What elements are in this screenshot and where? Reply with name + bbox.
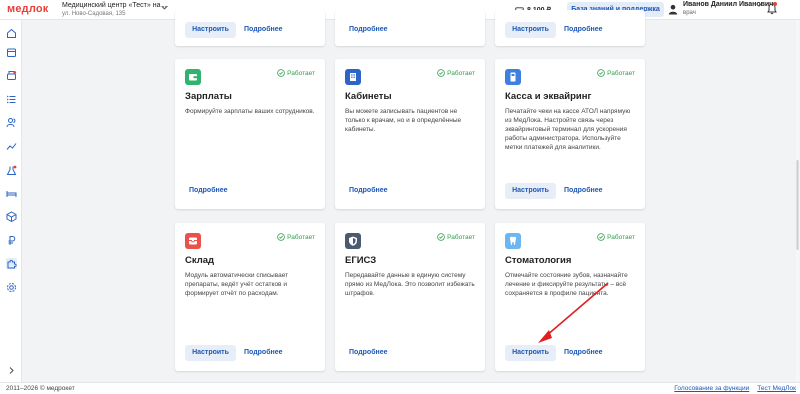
check-circle-icon bbox=[437, 69, 445, 77]
status-badge: Работает bbox=[597, 69, 635, 77]
tooth-icon bbox=[505, 233, 521, 249]
more-link[interactable]: Подробнее bbox=[189, 183, 228, 199]
configure-button[interactable]: Настроить bbox=[505, 22, 556, 38]
analytics-icon[interactable] bbox=[6, 141, 17, 152]
cash-register-icon[interactable] bbox=[6, 70, 17, 81]
status-badge: Работает bbox=[277, 69, 315, 77]
configure-button[interactable]: Настроить bbox=[185, 345, 236, 361]
status-badge: Работает bbox=[437, 233, 475, 241]
card-description: Модуль автоматически списывает препараты… bbox=[185, 272, 289, 297]
more-link[interactable]: Подробнее bbox=[564, 345, 603, 361]
configure-button[interactable]: Настроить bbox=[505, 345, 556, 361]
card-title: ЕГИСЗ bbox=[345, 255, 377, 266]
more-link[interactable]: Подробнее bbox=[349, 183, 388, 199]
check-circle-icon bbox=[437, 233, 445, 241]
clinic-selector[interactable]: Медицинский центр «Тест» на ... ул. Ново… bbox=[62, 1, 168, 18]
card-egisz: Работает ЕГИСЗ Передавайте данные в един… bbox=[335, 223, 485, 371]
shield-icon bbox=[345, 233, 361, 249]
card-description: Отмечайте состояние зубов, назначайте ле… bbox=[505, 272, 628, 297]
card-title: Стоматология bbox=[505, 255, 572, 266]
clinic-address: ул. Ново-Садовая, 135 bbox=[62, 11, 126, 17]
more-link[interactable]: Подробнее bbox=[244, 22, 283, 38]
card-title: Зарплаты bbox=[185, 91, 232, 102]
status-badge: Работает bbox=[437, 69, 475, 77]
card-title: Кабинеты bbox=[345, 91, 392, 102]
lab-icon[interactable] bbox=[6, 165, 17, 176]
building-icon bbox=[345, 69, 361, 85]
copyright: 2011–2026 © медрокет bbox=[6, 385, 75, 392]
user-icon[interactable] bbox=[668, 4, 678, 15]
user-role: врач bbox=[683, 10, 696, 16]
test-medlok-link[interactable]: Тест МедЛок bbox=[757, 385, 796, 392]
expand-sidebar-icon[interactable] bbox=[6, 365, 17, 376]
check-circle-icon bbox=[597, 233, 605, 241]
check-circle-icon bbox=[277, 69, 285, 77]
chevron-down-icon[interactable] bbox=[755, 1, 763, 9]
more-link[interactable]: Подробнее bbox=[349, 22, 388, 38]
card-title: Касса и эквайринг bbox=[505, 91, 592, 102]
card-rooms: Работает Кабинеты Вы можете записывать п… bbox=[335, 59, 485, 209]
integrations-icon[interactable] bbox=[6, 258, 17, 269]
integration-card: Настроить Подробнее bbox=[175, 10, 325, 46]
more-link[interactable]: Подробнее bbox=[349, 345, 388, 361]
status-badge: Работает bbox=[277, 233, 315, 241]
configure-button[interactable]: Настроить bbox=[505, 183, 556, 199]
card-title: Склад bbox=[185, 255, 215, 266]
calendar-icon[interactable] bbox=[6, 47, 17, 58]
terminal-icon bbox=[505, 69, 521, 85]
ruble-icon[interactable] bbox=[6, 235, 17, 246]
card-description: Печатайте чеки на кассе АТОЛ напрямую из… bbox=[505, 108, 631, 151]
configure-button[interactable]: Настроить bbox=[185, 22, 236, 38]
footer: 2011–2026 © медрокет Голосование за функ… bbox=[0, 382, 800, 394]
sidebar bbox=[0, 20, 22, 382]
footer-links: Голосование за функции Тест МедЛок bbox=[674, 385, 796, 392]
scrollbar[interactable] bbox=[796, 20, 799, 382]
card-salaries: Работает Зарплаты Формируйте зарплаты ва… bbox=[175, 59, 325, 209]
chevron-down-icon[interactable] bbox=[160, 3, 169, 12]
list-icon[interactable] bbox=[6, 94, 17, 105]
patients-icon[interactable] bbox=[6, 117, 17, 128]
integration-card: Подробнее bbox=[335, 10, 485, 46]
card-description: Передавайте данные в единую систему прям… bbox=[345, 272, 475, 297]
integration-card: Настроить Подробнее bbox=[495, 10, 645, 46]
check-circle-icon bbox=[597, 69, 605, 77]
card-warehouse: Работает Склад Модуль автоматически спис… bbox=[175, 223, 325, 371]
clinic-name: Медицинский центр «Тест» на ... bbox=[62, 2, 169, 9]
card-kassa: Работает Касса и эквайринг Печатайте чек… bbox=[495, 59, 645, 209]
status-badge: Работает bbox=[597, 233, 635, 241]
notification-badge bbox=[773, 2, 777, 6]
warehouse-icon[interactable] bbox=[6, 211, 17, 222]
box-icon bbox=[185, 233, 201, 249]
check-circle-icon bbox=[277, 233, 285, 241]
card-description: Формируйте зарплаты ваших сотрудников. bbox=[185, 108, 315, 115]
card-description: Вы можете записывать пациентов не только… bbox=[345, 108, 462, 133]
more-link[interactable]: Подробнее bbox=[564, 183, 603, 199]
medlok-logo[interactable]: медлок bbox=[7, 3, 49, 15]
card-dental: Работает Стоматология Отмечайте состояни… bbox=[495, 223, 645, 371]
bed-icon[interactable] bbox=[6, 188, 17, 199]
settings-icon[interactable] bbox=[6, 282, 17, 293]
more-link[interactable]: Подробнее bbox=[244, 345, 283, 361]
feature-voting-link[interactable]: Голосование за функции bbox=[674, 385, 749, 392]
wallet-icon bbox=[185, 69, 201, 85]
home-icon[interactable] bbox=[6, 28, 17, 39]
more-link[interactable]: Подробнее bbox=[564, 22, 603, 38]
